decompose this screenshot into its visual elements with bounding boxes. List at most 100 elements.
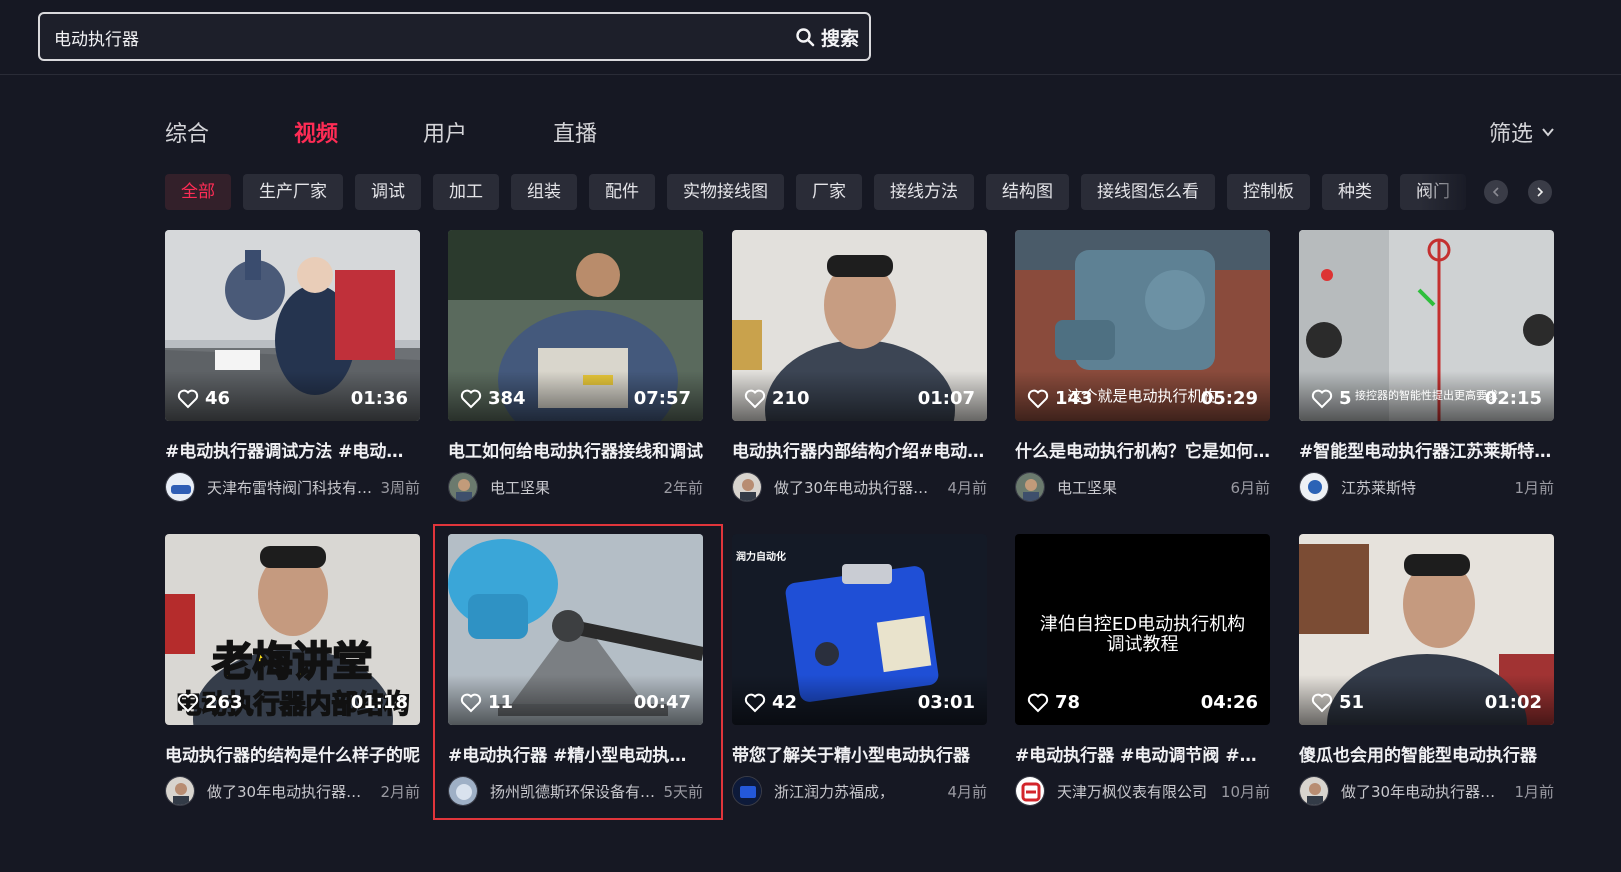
keyword-chips: 全部生产厂家调试加工组装配件实物接线图厂家接线方法结构图接线图怎么看控制板种类阀… [165, 174, 1495, 210]
publish-time: 1月前 [1514, 478, 1554, 497]
video-thumbnail[interactable]: 津伯自控ED电动执行机构 调试教程 78 04:26 [1015, 534, 1270, 725]
author-name[interactable]: 江苏莱斯特 [1341, 477, 1506, 498]
filter-button[interactable]: 筛选 [1489, 116, 1555, 148]
video-card[interactable]: 津伯自控ED电动执行机构 调试教程 78 04:26 #电动执行器 #电动调节阀… [1015, 534, 1270, 809]
author-avatar[interactable] [732, 776, 762, 806]
author-avatar[interactable] [1299, 776, 1329, 806]
video-card[interactable]: 210 01:07 电动执行器内部结构介绍#电动执行器 做了30年电动执行器的老… [732, 230, 987, 505]
video-title[interactable]: #电动执行器 #精小型电动执行器 [448, 741, 703, 766]
video-meta: 天津布雷特阀门科技有限公司 3周前 [165, 472, 420, 502]
author-avatar[interactable] [732, 472, 762, 502]
search-box: 搜索 [38, 12, 871, 61]
author-name[interactable]: 做了30年电动执行器的老梅 [207, 781, 372, 802]
like-count: 143 [1027, 388, 1093, 409]
video-title[interactable]: 电工如何给电动执行器接线和调试 [448, 437, 703, 462]
video-thumbnail[interactable]: 这个就是电动执行机构 143 05:29 [1015, 230, 1270, 421]
like-count: 78 [1027, 692, 1080, 713]
filter-label: 筛选 [1488, 122, 1533, 147]
heart-icon [177, 693, 199, 712]
video-duration: 01:07 [917, 388, 975, 409]
chip-types[interactable]: 种类 [1322, 174, 1388, 210]
tab-live[interactable]: 直播 [553, 116, 597, 148]
chip-processing[interactable]: 加工 [433, 174, 499, 210]
heart-icon [1311, 389, 1333, 408]
video-thumbnail[interactable]: 老梅讲堂 电动执行器内部结构 263 01:18 [165, 534, 420, 725]
author-name[interactable]: 做了30年电动执行器的老梅 [1341, 781, 1506, 802]
chips-next-button[interactable] [1528, 180, 1552, 204]
thumbnail-brand: 润力自动化 [736, 552, 786, 563]
chips-prev-button[interactable] [1484, 180, 1508, 204]
search-icon [796, 28, 815, 47]
video-thumbnail[interactable]: 46 01:36 [165, 230, 420, 421]
video-title[interactable]: #智能型电动执行器江苏莱斯特阀门 [1299, 437, 1554, 462]
publish-time: 5天前 [663, 782, 703, 801]
video-meta: 做了30年电动执行器的老梅 1月前 [1299, 776, 1554, 806]
top-bar: 搜索 [0, 0, 1621, 75]
author-avatar[interactable] [1015, 472, 1045, 502]
author-name[interactable]: 电工坚果 [1057, 477, 1222, 498]
video-card[interactable]: 384 07:57 电工如何给电动执行器接线和调试 电工坚果 2年前 [448, 230, 703, 505]
video-card[interactable]: 接控器的智能性提出更高要求 5 02:15 #智能型电动执行器江苏莱斯特阀门 江… [1299, 230, 1554, 505]
author-name[interactable]: 浙江润力苏福成， [774, 781, 939, 802]
chip-debug[interactable]: 调试 [355, 174, 421, 210]
chip-manufacturer[interactable]: 生产厂家 [243, 174, 343, 210]
video-card[interactable]: 46 01:36 #电动执行器调试方法 #电动执行器 天津布雷特阀门科技有限公司… [165, 230, 420, 505]
video-card[interactable]: 老梅讲堂 电动执行器内部结构 263 01:18 电动执行器的结构是什么样子的呢… [165, 534, 420, 809]
author-avatar[interactable] [448, 776, 478, 806]
chip-wiring-method[interactable]: 接线方法 [874, 174, 974, 210]
author-name[interactable]: 天津万枫仪表有限公司 [1057, 781, 1213, 802]
video-thumbnail[interactable]: 384 07:57 [448, 230, 703, 421]
video-title[interactable]: 电动执行器的结构是什么样子的呢 [165, 741, 420, 766]
video-meta: 浙江润力苏福成， 4月前 [732, 776, 987, 806]
tab-video[interactable]: 视频 [294, 116, 338, 148]
video-thumbnail[interactable]: 210 01:07 [732, 230, 987, 421]
chip-structure[interactable]: 结构图 [986, 174, 1069, 210]
video-duration: 01:36 [350, 388, 408, 409]
author-name[interactable]: 天津布雷特阀门科技有限公司 [207, 477, 372, 498]
chip-wiring-read[interactable]: 接线图怎么看 [1081, 174, 1215, 210]
tab-users[interactable]: 用户 [423, 116, 467, 148]
video-title[interactable]: 电动执行器内部结构介绍#电动执行器 [732, 437, 987, 462]
video-meta: 江苏莱斯特 1月前 [1299, 472, 1554, 502]
chip-assembly[interactable]: 组装 [511, 174, 577, 210]
author-avatar[interactable] [448, 472, 478, 502]
video-title[interactable]: 带您了解关于精小型电动执行器 [732, 741, 987, 766]
search-input[interactable] [54, 22, 694, 52]
video-card[interactable]: 这个就是电动执行机构 143 05:29 什么是电动执行机构？它是如何工作的 电… [1015, 230, 1270, 505]
chip-wiring-photo[interactable]: 实物接线图 [667, 174, 784, 210]
tab-comprehensive[interactable]: 综合 [165, 116, 209, 148]
video-thumbnail[interactable]: 润力自动化 42 03:01 [732, 534, 987, 725]
video-duration: 05:29 [1200, 388, 1258, 409]
search-button[interactable]: 搜索 [795, 21, 859, 53]
video-card[interactable]: 51 01:02 傻瓜也会用的智能型电动执行器 做了30年电动执行器的老梅 1月… [1299, 534, 1554, 809]
publish-time: 6月前 [1230, 478, 1270, 497]
author-avatar[interactable] [165, 472, 195, 502]
author-avatar[interactable] [165, 776, 195, 806]
video-duration: 03:01 [917, 692, 975, 713]
chip-factory[interactable]: 厂家 [796, 174, 862, 210]
chip-all[interactable]: 全部 [165, 174, 231, 210]
heart-icon [1027, 693, 1049, 712]
heart-icon [1027, 389, 1049, 408]
like-count: 46 [177, 388, 230, 409]
video-thumbnail[interactable]: 接控器的智能性提出更高要求 5 02:15 [1299, 230, 1554, 421]
video-thumbnail[interactable]: 11 00:47 [448, 534, 703, 725]
author-name[interactable]: 扬州凯德斯环保设备有限公司 [490, 781, 655, 802]
chip-parts[interactable]: 配件 [589, 174, 655, 210]
video-meta: 电工坚果 6月前 [1015, 472, 1270, 502]
video-thumbnail[interactable]: 51 01:02 [1299, 534, 1554, 725]
video-title[interactable]: #电动执行器调试方法 #电动执行器 [165, 437, 420, 462]
author-avatar[interactable] [1299, 472, 1329, 502]
author-name[interactable]: 电工坚果 [490, 477, 655, 498]
video-meta: 电工坚果 2年前 [448, 472, 703, 502]
result-tabs: 综合 视频 用户 直播 筛选 [165, 116, 1565, 156]
chip-control-board[interactable]: 控制板 [1227, 174, 1310, 210]
author-avatar[interactable] [1015, 776, 1045, 806]
author-name[interactable]: 做了30年电动执行器的老梅 [774, 477, 939, 498]
video-card[interactable]: 润力自动化 42 03:01 带您了解关于精小型电动执行器 浙江润力苏福成， 4… [732, 534, 987, 809]
video-card-selected[interactable]: 11 00:47 #电动执行器 #精小型电动执行器 扬州凯德斯环保设备有限公司 … [448, 534, 703, 809]
video-meta: 天津万枫仪表有限公司 10月前 [1015, 776, 1270, 806]
video-title[interactable]: 傻瓜也会用的智能型电动执行器 [1299, 741, 1554, 766]
video-title[interactable]: #电动执行器 #电动调节阀 #教程 [1015, 741, 1270, 766]
video-title[interactable]: 什么是电动执行机构？它是如何工作的 [1015, 437, 1270, 462]
